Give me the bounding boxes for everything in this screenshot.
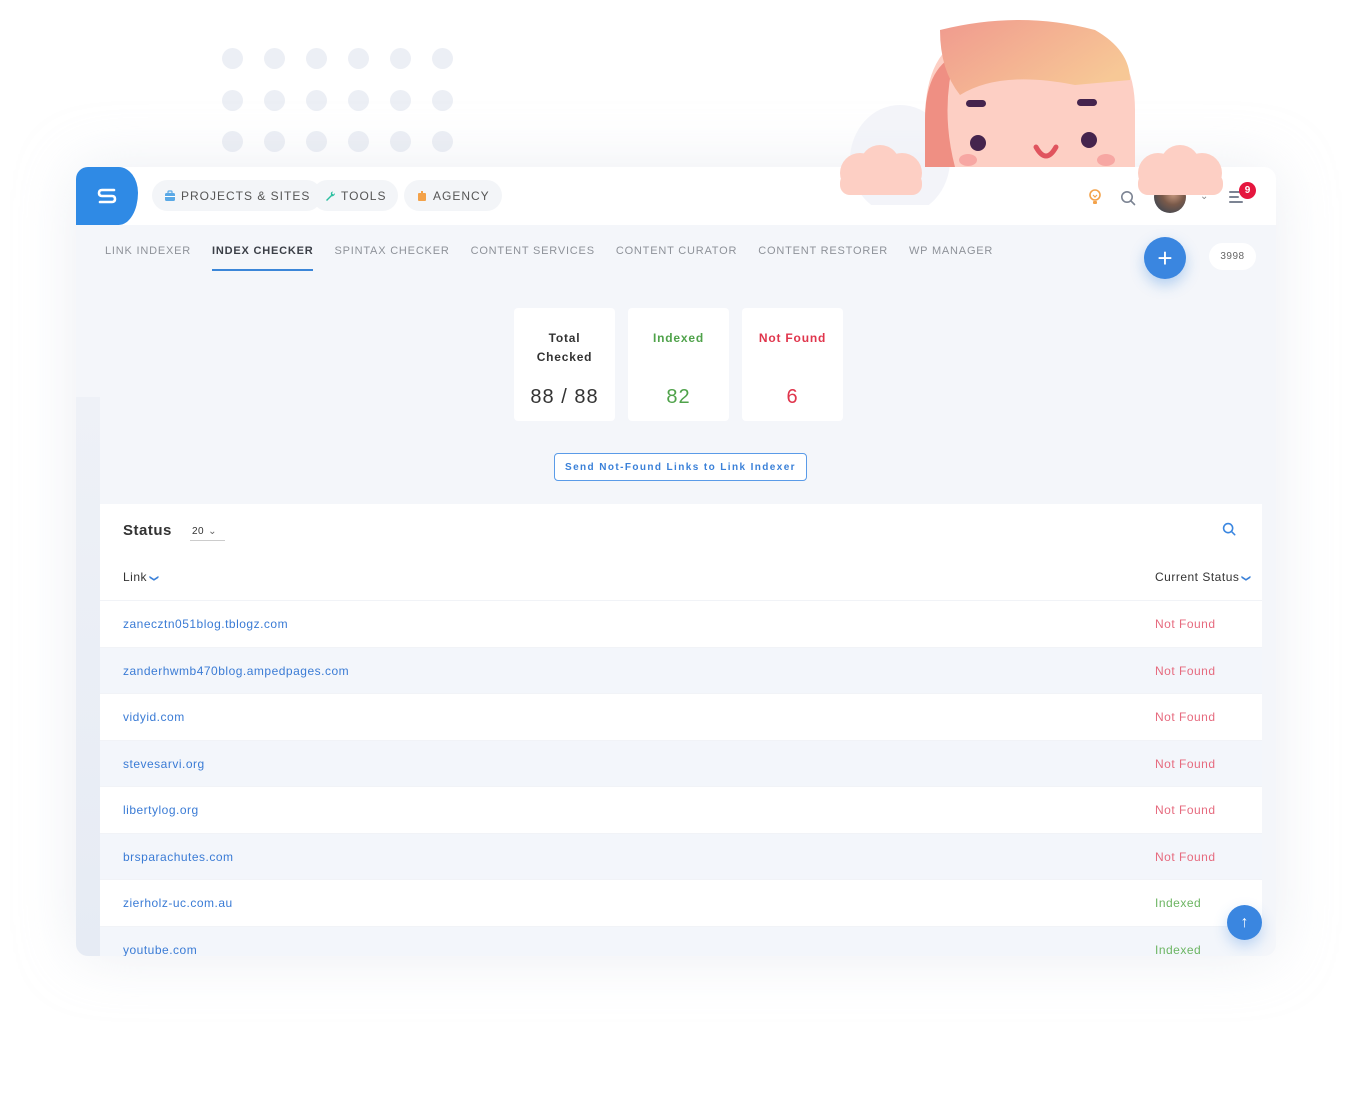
notification-badge: 9 [1239,182,1256,199]
table-row: zanderhwmb470blog.ampedpages.com Not Foun… [100,646,1262,693]
panel-title: Status [123,522,172,539]
row-status: Not Found [1155,710,1216,724]
stat-value: 88 / 88 [530,386,599,408]
arrow-up-icon: ↑ [1240,913,1249,931]
briefcase-icon [165,189,175,201]
tab-spintax-checker[interactable]: SPINTAX CHECKER [334,245,449,271]
per-page-select[interactable]: 20 ⌄ [190,524,225,541]
tab-content-restorer[interactable]: CONTENT RESTORER [758,245,888,271]
table-search-icon[interactable] [1222,522,1236,536]
credits-counter: 3998 [1209,243,1256,270]
app-logo[interactable] [76,167,138,225]
column-header-link[interactable]: Link ❯ [123,570,160,584]
sort-chevron-icon: ❯ [1241,574,1252,583]
tab-link-indexer[interactable]: LINK INDEXER [105,245,191,271]
wrench-icon [326,191,335,201]
stat-label: Indexed [653,331,704,345]
table-row: libertylog.org Not Found [100,786,1262,833]
stat-card-total-checked: Total Checked 88 / 88 [514,308,615,421]
row-link[interactable]: stevesarvi.org [123,757,205,771]
tab-content-services[interactable]: CONTENT SERVICES [471,245,595,271]
status-table-panel: Status 20 ⌄ Link ❯ Current Status ❯ zaneczt… [100,504,1262,956]
table-body: zanecztn051blog.tblogz.com Not Found zande… [100,600,1262,956]
tab-wp-manager[interactable]: WP MANAGER [909,245,993,271]
logo-icon [97,188,117,204]
table-row: vidyid.com Not Found [100,693,1262,740]
table-row: brsparachutes.com Not Found [100,832,1262,879]
app-window: PROJECTS & SITES TOOLS AGENCY ⌄ 9 LINK I… [76,167,1276,956]
column-header-status[interactable]: Current Status ❯ [1155,570,1252,584]
chevron-down-icon: ⌄ [208,526,218,537]
tab-content-curator[interactable]: CONTENT CURATOR [616,245,737,271]
projects-sites-button[interactable]: PROJECTS & SITES [152,180,323,211]
row-link[interactable]: zanecztn051blog.tblogz.com [123,617,288,631]
projects-sites-label: PROJECTS & SITES [181,188,311,203]
row-link[interactable]: brsparachutes.com [123,850,234,864]
add-button[interactable]: + [1144,237,1186,279]
table-row: stevesarvi.org Not Found [100,739,1262,786]
row-link[interactable]: youtube.com [123,943,197,957]
send-not-found-button[interactable]: Send Not-Found Links to Link Indexer [554,453,807,481]
row-link[interactable]: vidyid.com [123,710,185,724]
row-link[interactable]: zanderhwmb470blog.ampedpages.com [123,664,349,678]
tools-label: TOOLS [341,188,387,203]
row-link[interactable]: zierholz-uc.com.au [123,896,233,910]
sort-chevron-icon: ❯ [149,574,160,583]
sub-navigation: LINK INDEXER INDEX CHECKER SPINTAX CHECK… [105,245,1014,271]
tools-button[interactable]: TOOLS [312,180,399,211]
mascot-illustration [840,20,1223,205]
stat-card-not-found: Not Found 6 [742,308,843,421]
decorative-dots [222,48,462,153]
building-icon [418,190,426,201]
table-row: zanecztn051blog.tblogz.com Not Found [100,600,1262,647]
row-status: Not Found [1155,756,1216,771]
stat-value: 6 [786,386,799,408]
row-status: Not Found [1155,849,1216,864]
tab-index-checker[interactable]: INDEX CHECKER [212,245,314,271]
plus-icon: + [1157,242,1173,273]
stat-value: 82 [666,386,691,408]
row-status: Not Found [1155,663,1216,678]
background-decoration [76,397,100,956]
table-row: youtube.com Indexed [100,925,1262,957]
agency-button[interactable]: AGENCY [404,180,502,211]
scroll-to-top-button[interactable]: ↑ [1227,905,1262,940]
table-row: zierholz-uc.com.au Indexed [100,879,1262,926]
row-status: Not Found [1155,803,1216,817]
stat-label: Total Checked [536,331,593,364]
row-status: Not Found [1155,617,1216,631]
row-status: Indexed [1155,896,1202,910]
stat-label: Not Found [758,331,827,345]
row-link[interactable]: libertylog.org [123,803,199,817]
row-status: Indexed [1155,942,1202,957]
agency-label: AGENCY [433,188,490,203]
stat-card-indexed: Indexed 82 [628,308,729,421]
